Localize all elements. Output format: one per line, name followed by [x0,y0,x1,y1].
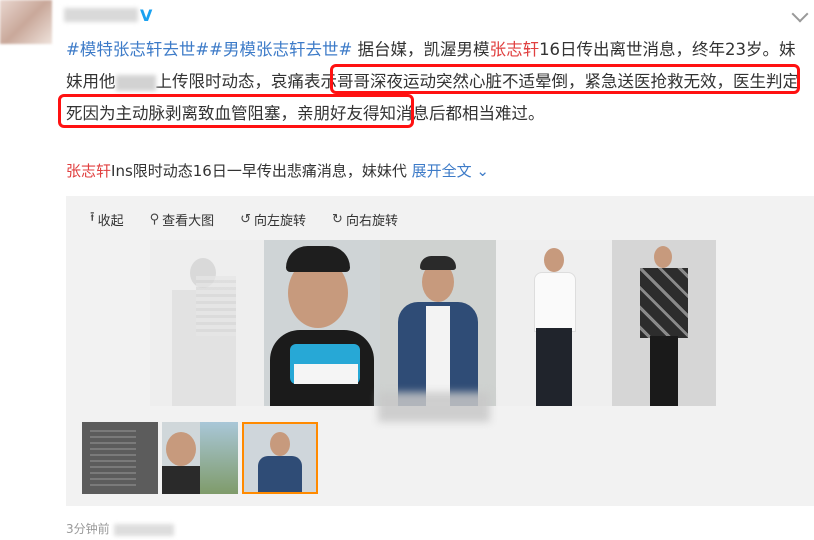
collapse-button[interactable]: ⭱ 收起 [90,208,124,230]
view-large-button[interactable]: ⚲ 查看大图 [150,208,215,230]
post-timestamp: 3分钟前 [66,520,174,537]
watermark-blur [378,392,490,422]
rotate-right-button[interactable]: ↻ 向右旋转 [332,208,398,230]
post-text-segment: 上传限时动态， [155,72,272,91]
source-blur [113,523,174,536]
post-summary: 张志轩Ins限时动态16日一早传出悲痛消息，妹妹代 展开全文 ⌄ [66,160,489,181]
rotate-left-label: 向左旋转 [254,213,307,229]
highlighted-name: 张志轩 [489,40,540,59]
image-viewer: ⭱ 收起 ⚲ 查看大图 ↺ 向左旋转 ↻ 向右旋转 [66,196,814,506]
annotation-box [330,64,800,94]
viewer-toolbar: ⭱ 收起 ⚲ 查看大图 ↺ 向左旋转 ↻ 向右旋转 [90,208,398,230]
summary-name: 张志轩 [66,162,112,180]
collapse-label: 收起 [97,213,124,229]
collapse-arrow-icon: ⭱ [90,210,95,225]
avatar[interactable] [0,0,52,44]
hashtag-link[interactable]: #模特张志轩去世# [66,40,209,59]
annotation-box [58,94,414,128]
thumbnail-text-image[interactable] [82,422,158,494]
magnifier-icon: ⚲ [149,211,160,227]
timestamp-text: 3分钟前 [66,522,110,536]
model-plaid-coat-image[interactable] [612,240,716,406]
model-portrait-image[interactable] [264,240,380,406]
rotate-right-label: 向右旋转 [345,213,398,229]
chevron-down-icon: ⌄ [471,162,489,180]
expand-label: 展开全文 [411,162,472,180]
redaction-blur [115,74,156,91]
post-text-segment: 据台媒，凯渥男模 [352,40,490,59]
expand-full-text-link[interactable]: 展开全文 ⌄ [412,162,489,180]
verified-badge-icon: V [140,6,153,25]
rotate-left-button[interactable]: ↺ 向左旋转 [240,208,306,230]
composite-card-image[interactable] [150,240,264,406]
username-blurred[interactable] [64,8,138,22]
hashtag-link[interactable]: #男模张志轩去世# [209,40,352,59]
rotate-left-icon: ↺ [240,211,252,227]
chevron-down-icon[interactable] [791,5,809,23]
summary-text: Ins限时动态16日一早传出悲痛消息，妹妹代 [111,162,407,180]
rotate-right-icon: ↻ [332,211,343,227]
model-denim-image[interactable] [380,240,496,406]
thumbnail-selected-image[interactable] [242,422,318,494]
view-large-label: 查看大图 [162,213,215,229]
thumbnail-collage-image[interactable] [162,422,238,494]
model-white-shirt-image[interactable] [496,240,612,406]
